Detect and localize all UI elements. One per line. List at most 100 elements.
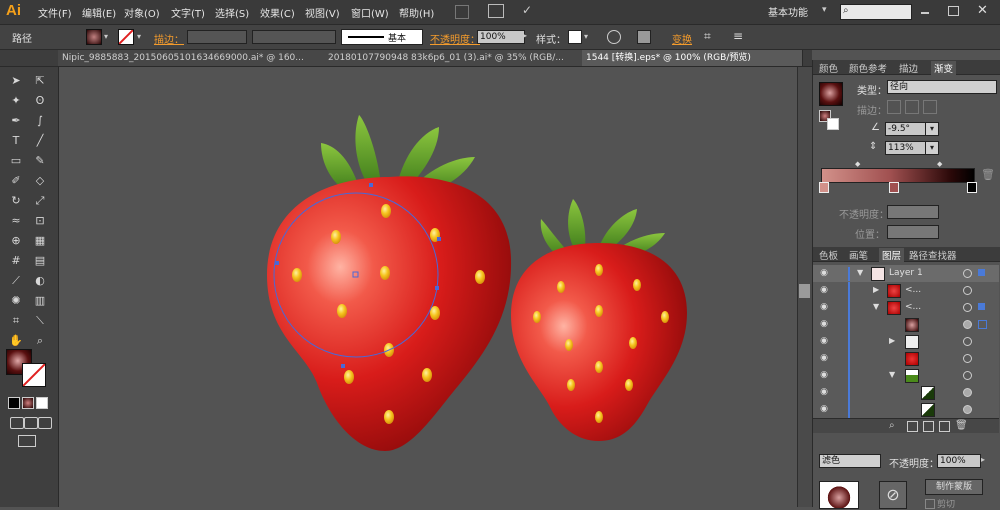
minimize-icon[interactable] (921, 12, 929, 14)
tab-color-guide[interactable]: 颜色参考 (849, 61, 887, 75)
gradient-stop[interactable] (889, 182, 899, 193)
screen-mode-icon[interactable] (18, 435, 36, 447)
scale-tool-icon[interactable]: ⤢ (32, 193, 48, 209)
visibility-eye-icon[interactable]: ◉ (818, 386, 830, 398)
draw-behind-icon[interactable] (24, 417, 38, 429)
lasso-tool-icon[interactable]: ʘ (32, 93, 48, 109)
eyedropper-tool-icon[interactable]: ⟋ (8, 273, 24, 289)
target-circle-icon[interactable] (963, 388, 972, 397)
tab-document-1[interactable]: Nipic_9885883_20150605101634669000.ai* @… (58, 50, 333, 66)
new-sublayer-icon[interactable] (923, 421, 934, 432)
variable-width-profile[interactable] (252, 30, 336, 44)
visibility-eye-icon[interactable]: ◉ (818, 403, 830, 415)
gradient-mode-icon[interactable] (22, 397, 34, 409)
collapse-triangle-icon[interactable]: ▶ (889, 336, 895, 345)
menu-file[interactable]: 文件(F) (38, 5, 72, 20)
pencil-tool-icon[interactable]: ✐ (8, 173, 24, 189)
layer-row[interactable]: ◉ (813, 350, 999, 368)
chevron-right-icon[interactable]: ▸ (981, 455, 985, 464)
gradient-slider[interactable] (821, 168, 975, 183)
column-graph-tool-icon[interactable]: ▥ (32, 293, 48, 309)
curvature-tool-icon[interactable]: ∫ (32, 113, 48, 129)
artboard-tool-icon[interactable]: ⌗ (8, 313, 24, 329)
paintbrush-tool-icon[interactable]: ✎ (32, 153, 48, 169)
new-layer-icon[interactable] (939, 421, 950, 432)
shape-builder-tool-icon[interactable]: ⊕ (8, 233, 24, 249)
gradient-stop[interactable] (967, 182, 977, 193)
layer-name[interactable]: Layer 1 (889, 268, 923, 278)
menu-view[interactable]: 视图(V) (305, 5, 340, 20)
warp-tool-icon[interactable]: ≈ (8, 213, 24, 229)
midpoint-diamond-icon[interactable]: ◆ (937, 160, 942, 168)
tab-stroke[interactable]: 描边 (899, 61, 918, 75)
collapse-triangle-icon[interactable]: ▶ (873, 285, 879, 294)
perspective-grid-tool-icon[interactable]: ▦ (32, 233, 48, 249)
chevron-down-icon[interactable]: ▾ (925, 141, 939, 155)
scrollbar-thumb[interactable] (799, 284, 810, 298)
stroke-label[interactable]: 描边： (154, 31, 184, 46)
tab-gradient[interactable]: 渐变 (931, 61, 957, 75)
search-input[interactable] (840, 4, 912, 20)
stroke-within-icon[interactable] (887, 100, 901, 114)
gradient-tool-icon[interactable]: ▤ (32, 253, 48, 269)
fill-swatch[interactable] (86, 29, 102, 45)
free-transform-tool-icon[interactable]: ⊡ (32, 213, 48, 229)
tab-brushes[interactable]: 画笔 (849, 248, 868, 262)
visibility-eye-icon[interactable]: ◉ (818, 301, 830, 313)
workspace-switcher[interactable]: 基本功能 (768, 4, 808, 19)
menu-select[interactable]: 选择(S) (215, 5, 249, 20)
pen-tool-icon[interactable]: ✒ (8, 113, 24, 129)
recolor-artwork-icon[interactable] (607, 30, 621, 44)
visibility-eye-icon[interactable]: ◉ (818, 369, 830, 381)
visibility-eye-icon[interactable]: ◉ (818, 267, 830, 279)
eraser-tool-icon[interactable]: ◇ (32, 173, 48, 189)
panel-menu-icon[interactable]: ≡ (733, 29, 743, 43)
align-icon[interactable] (637, 30, 651, 44)
close-icon[interactable]: ✕ (977, 3, 988, 18)
bridge-icon[interactable] (455, 5, 469, 19)
hand-tool-icon[interactable]: ✋ (8, 333, 24, 349)
slice-tool-icon[interactable]: ⟍ (32, 313, 48, 329)
tab-pathfinder[interactable]: 路径查找器 (909, 248, 957, 262)
sublayer-name[interactable]: <... (905, 302, 921, 312)
layer-row[interactable]: ◉ (813, 401, 999, 419)
tab-document-2[interactable]: 20180107790948 83k6p6_01 (3).ai* @ 35% (… (324, 50, 589, 66)
color-mode-icon[interactable] (8, 397, 20, 409)
gradient-location-field[interactable] (887, 225, 939, 239)
selection-tool-icon[interactable]: ➤ (8, 73, 24, 89)
target-circle-icon[interactable] (963, 320, 972, 329)
type-tool-icon[interactable]: T (8, 133, 24, 149)
expand-triangle-icon[interactable]: ▼ (889, 370, 895, 379)
stroke-color-swatch[interactable] (22, 363, 46, 387)
stroke-weight-field[interactable] (187, 30, 247, 44)
expand-triangle-icon[interactable]: ▼ (873, 302, 879, 311)
none-mode-icon[interactable] (36, 397, 48, 409)
menu-object[interactable]: 对象(O) (124, 5, 160, 20)
layer-row[interactable]: ◉ ▼ (813, 367, 999, 385)
target-circle-icon[interactable] (963, 286, 972, 295)
blend-mode-select[interactable]: 滤色 (819, 454, 881, 468)
gpu-performance-icon[interactable]: ✓ (522, 3, 532, 17)
visibility-eye-icon[interactable]: ◉ (818, 335, 830, 347)
target-circle-icon[interactable] (963, 371, 972, 380)
stroke-along-icon[interactable] (905, 100, 919, 114)
no-mask-icon[interactable]: ⊘ (879, 481, 907, 509)
selection-indicator[interactable] (978, 269, 985, 276)
visibility-eye-icon[interactable]: ◉ (818, 318, 830, 330)
line-tool-icon[interactable]: ╱ (32, 133, 48, 149)
draw-normal-icon[interactable] (10, 417, 24, 429)
gradient-preview-swatch[interactable] (819, 82, 843, 106)
stroke-across-icon[interactable] (923, 100, 937, 114)
direct-selection-tool-icon[interactable]: ⇱ (32, 73, 48, 89)
target-circle-icon[interactable] (963, 337, 972, 346)
target-circle-icon[interactable] (963, 269, 972, 278)
draw-inside-icon[interactable] (38, 417, 52, 429)
layer-row[interactable]: ◉ ▼ Layer 1 (813, 265, 999, 283)
chevron-right-icon[interactable]: ▸ (523, 31, 527, 40)
expand-triangle-icon[interactable]: ▼ (857, 268, 863, 277)
menu-effect[interactable]: 效果(C) (260, 5, 295, 20)
clipping-mask-icon[interactable] (907, 421, 918, 432)
target-circle-icon[interactable] (963, 354, 972, 363)
tab-document-3[interactable]: 1544 [转换].eps* @ 100% (RGB/预览) (582, 50, 803, 66)
magic-wand-tool-icon[interactable]: ✦ (8, 93, 24, 109)
